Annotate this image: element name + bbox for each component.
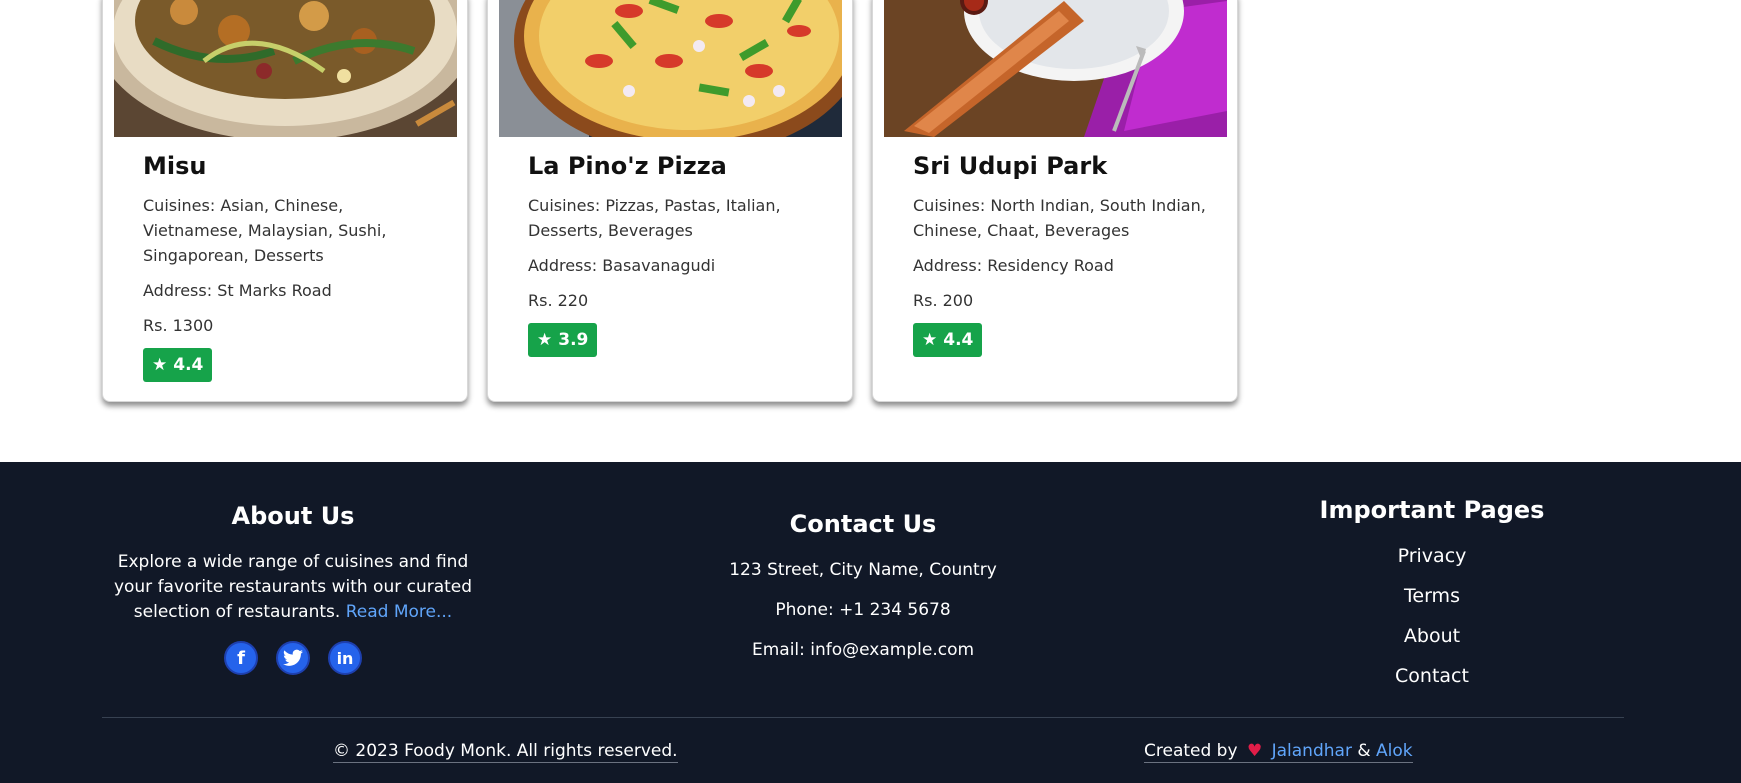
restaurant-card[interactable]: Sri Udupi Park Cuisines: North Indian, S… bbox=[872, 0, 1238, 402]
about-title: About Us bbox=[231, 502, 355, 530]
ampersand: & bbox=[1357, 741, 1371, 761]
restaurant-price: Rs. 200 bbox=[913, 291, 974, 310]
restaurant-name: La Pino'z Pizza bbox=[528, 152, 727, 180]
rating-badge: ★ 4.4 bbox=[143, 348, 213, 382]
restaurant-image bbox=[884, 0, 1227, 137]
about-text: Explore a wide range of cuisines and fin… bbox=[100, 550, 486, 625]
facebook-icon[interactable]: f bbox=[224, 641, 258, 675]
read-more-link[interactable]: Read More... bbox=[346, 602, 452, 622]
restaurant-cuisines: Cuisines: Pizzas, Pastas, Italian, Desse… bbox=[528, 196, 781, 240]
restaurant-name: Misu bbox=[143, 152, 207, 180]
restaurant-name: Sri Udupi Park bbox=[913, 152, 1108, 180]
copyright-text: © 2023 Foody Monk. All rights reserved. bbox=[333, 741, 678, 763]
restaurant-address: Address: Basavanagudi bbox=[528, 256, 716, 275]
star-icon: ★ bbox=[922, 329, 938, 350]
footer-about: About Us Explore a wide range of cuisine… bbox=[100, 502, 486, 675]
star-icon: ★ bbox=[152, 354, 168, 375]
social-links: f in bbox=[100, 641, 486, 675]
contact-title: Contact Us bbox=[789, 510, 937, 538]
footer-contact: Contact Us 123 Street, City Name, Countr… bbox=[700, 510, 1026, 680]
credit-prefix: Created by bbox=[1144, 741, 1238, 761]
restaurant-image bbox=[114, 0, 457, 137]
contact-phone: Phone: +1 234 5678 bbox=[775, 600, 951, 620]
contact-address: 123 Street, City Name, Country bbox=[729, 560, 997, 580]
twitter-icon[interactable] bbox=[276, 641, 310, 675]
author-link-jalandhar[interactable]: Jalandhar bbox=[1272, 741, 1352, 761]
restaurant-address: Address: Residency Road bbox=[913, 256, 1114, 275]
about-link[interactable]: About bbox=[1290, 626, 1574, 646]
page: Misu Cuisines: Asian, Chinese, Vietnames… bbox=[0, 0, 1741, 783]
restaurant-grid: Misu Cuisines: Asian, Chinese, Vietnames… bbox=[0, 0, 1741, 462]
rating-value: 4.4 bbox=[173, 355, 204, 375]
footer-important-pages: Important Pages Privacy Terms About Cont… bbox=[1290, 496, 1574, 706]
rating-value: 4.4 bbox=[943, 330, 974, 350]
linkedin-icon[interactable]: in bbox=[328, 641, 362, 675]
restaurant-price: Rs. 1300 bbox=[143, 316, 214, 335]
footer-divider bbox=[102, 717, 1624, 718]
card-body: La Pino'z Pizza Cuisines: Pizzas, Pastas… bbox=[528, 153, 828, 357]
important-pages-title: Important Pages bbox=[1319, 496, 1545, 524]
privacy-link[interactable]: Privacy bbox=[1290, 546, 1574, 566]
contact-email: Email: info@example.com bbox=[751, 640, 975, 660]
rating-badge: ★ 3.9 bbox=[528, 323, 598, 357]
rating-badge: ★ 4.4 bbox=[913, 323, 983, 357]
card-body: Sri Udupi Park Cuisines: North Indian, S… bbox=[913, 153, 1213, 357]
terms-link[interactable]: Terms bbox=[1290, 586, 1574, 606]
restaurant-image bbox=[499, 0, 842, 137]
star-icon: ★ bbox=[537, 329, 553, 350]
restaurant-price: Rs. 220 bbox=[528, 291, 589, 310]
restaurant-card[interactable]: La Pino'z Pizza Cuisines: Pizzas, Pastas… bbox=[487, 0, 853, 402]
author-link-alok[interactable]: Alok bbox=[1376, 741, 1413, 761]
contact-link[interactable]: Contact bbox=[1290, 666, 1574, 686]
restaurant-cuisines: Cuisines: Asian, Chinese, Vietnamese, Ma… bbox=[143, 196, 387, 265]
restaurant-address: Address: St Marks Road bbox=[143, 281, 332, 300]
rating-value: 3.9 bbox=[558, 330, 589, 350]
restaurant-cuisines: Cuisines: North Indian, South Indian, Ch… bbox=[913, 196, 1206, 240]
restaurant-card[interactable]: Misu Cuisines: Asian, Chinese, Vietnames… bbox=[102, 0, 468, 402]
footer: About Us Explore a wide range of cuisine… bbox=[0, 462, 1741, 783]
card-body: Misu Cuisines: Asian, Chinese, Vietnames… bbox=[143, 153, 443, 382]
heart-icon: ♥ bbox=[1246, 741, 1263, 761]
credits: Created by ♥ Jalandhar & Alok bbox=[1144, 740, 1413, 763]
